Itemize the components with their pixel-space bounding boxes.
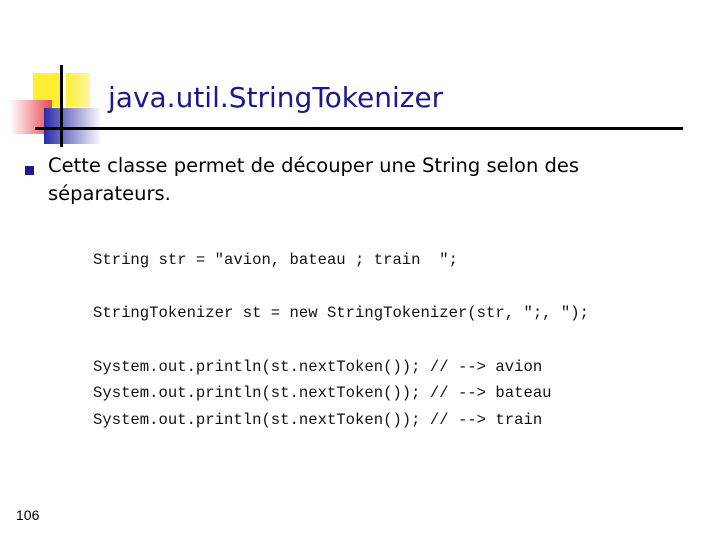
square-bullet-icon <box>25 166 34 175</box>
page-number: 106 <box>16 507 40 523</box>
code-line: System.out.println(st.nextToken()); // -… <box>93 384 552 402</box>
code-line: String str = "avion, bateau ; train "; <box>93 251 458 269</box>
slide-title: java.util.StringTokenizer <box>108 81 444 114</box>
code-line: StringTokenizer st = new StringTokenizer… <box>93 304 589 322</box>
title-divider <box>35 127 683 130</box>
bullet-text: Cette classe permet de découper une Stri… <box>48 154 580 205</box>
code-line: System.out.println(st.nextToken()); // -… <box>93 411 543 429</box>
code-line: System.out.println(st.nextToken()); // -… <box>93 358 543 376</box>
